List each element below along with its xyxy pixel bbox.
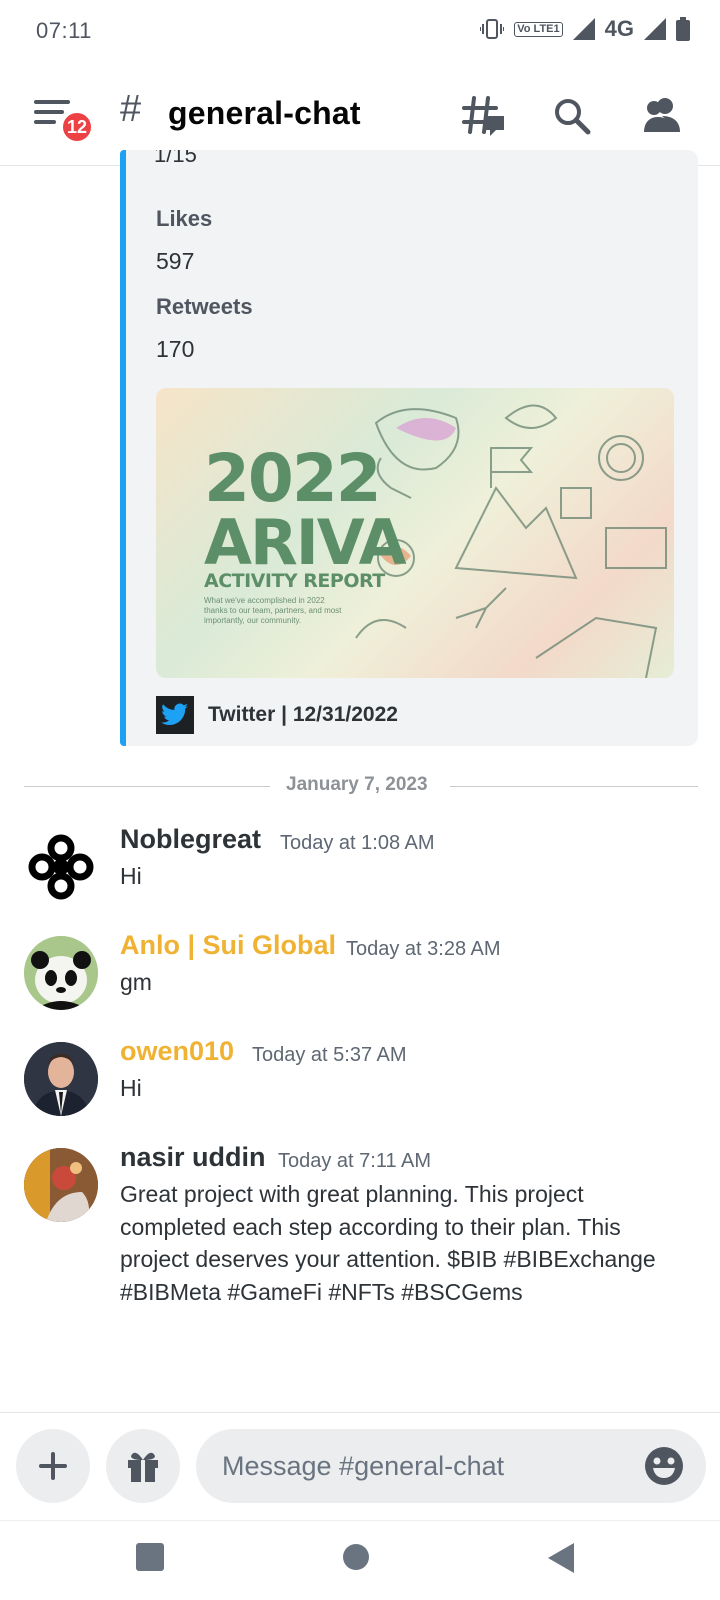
image-subtitle: ACTIVITY REPORT	[204, 570, 385, 592]
signal-icon	[572, 18, 595, 40]
search-button[interactable]	[550, 94, 596, 140]
channel-title: general-chat	[168, 95, 361, 131]
avatar[interactable]	[24, 1148, 98, 1222]
signal-icon-2	[644, 18, 666, 40]
status-bar: 07:11 Vo LTE1 4G	[0, 0, 720, 64]
volte-indicator: Vo LTE1	[514, 21, 563, 37]
message-text: Great project with great planning. This …	[120, 1181, 656, 1305]
square-icon	[136, 1543, 164, 1571]
search-icon	[555, 99, 591, 135]
embed-image[interactable]: 2022 ARIVA ACTIVITY REPORT What we've ac…	[156, 388, 674, 678]
recents-button[interactable]	[134, 1541, 174, 1581]
attach-button[interactable]	[16, 1429, 90, 1503]
avatar[interactable]	[24, 830, 98, 904]
twitter-icon	[156, 696, 194, 734]
status-icons: Vo LTE1 4G	[480, 16, 690, 42]
embed-footer: Twitter | 12/31/2022	[156, 696, 398, 734]
message-author[interactable]: nasir uddin	[120, 1142, 266, 1173]
message-text: Hi	[120, 863, 142, 889]
message-author[interactable]: owen010	[120, 1036, 234, 1067]
message-author[interactable]: Anlo | Sui Global	[120, 930, 336, 961]
embed-footer-text: Twitter | 12/31/2022	[208, 703, 398, 726]
image-title-name: ARIVA	[204, 506, 407, 579]
message-author[interactable]: Noblegreat	[120, 824, 261, 855]
person-avatar	[24, 1042, 98, 1116]
photo-avatar	[24, 1148, 98, 1222]
battery-icon	[676, 17, 690, 41]
embed-field-name: Likes	[156, 206, 213, 231]
message-timestamp: Today at 3:28 AM	[346, 938, 501, 960]
plus-icon	[39, 1452, 67, 1480]
twitter-embed: 1/15 Likes 597 Retweets 170 2022 ARIVA A…	[120, 150, 698, 746]
system-nav-bar	[0, 1520, 720, 1600]
avatar[interactable]	[24, 1042, 98, 1116]
gift-button[interactable]	[106, 1429, 180, 1503]
embed-truncated-value: 1/15	[154, 150, 197, 167]
network-type: 4G	[604, 16, 634, 41]
vibrate-icon	[480, 19, 505, 39]
embed-field-value: 170	[156, 336, 195, 362]
message-timestamp: Today at 5:37 AM	[252, 1044, 407, 1066]
image-note: What we've accomplished in 2022 thanks t…	[204, 596, 342, 625]
message-text: gm	[120, 969, 152, 995]
gift-icon	[128, 1452, 158, 1482]
avatar-logo	[28, 834, 94, 900]
panda-avatar	[24, 936, 98, 1010]
embed-field-name: Retweets	[156, 294, 253, 319]
threads-button[interactable]	[462, 94, 508, 140]
status-time: 07:11	[36, 18, 92, 43]
embed-field-value: 597	[156, 248, 195, 274]
emoji-icon	[645, 1447, 683, 1485]
message-input[interactable]	[196, 1429, 706, 1503]
message-composer	[0, 1412, 720, 1520]
message-timestamp: Today at 1:08 AM	[280, 832, 435, 854]
divider-line	[450, 786, 698, 787]
message-text: Hi	[120, 1075, 142, 1101]
triangle-back-icon	[548, 1543, 574, 1573]
members-icon	[644, 98, 680, 132]
date-divider-text: January 7, 2023	[286, 774, 428, 795]
home-button[interactable]	[340, 1541, 380, 1581]
channel-hash-icon: #	[120, 88, 142, 130]
divider-line	[24, 786, 270, 787]
members-button[interactable]	[640, 94, 686, 140]
avatar[interactable]	[24, 936, 98, 1010]
message-timestamp: Today at 7:11 AM	[278, 1150, 432, 1172]
menu-button[interactable]: 12	[34, 98, 94, 148]
back-button[interactable]	[544, 1541, 584, 1581]
notification-badge: 12	[60, 110, 94, 144]
emoji-button[interactable]	[644, 1446, 684, 1486]
date-divider: January 7, 2023	[24, 774, 698, 798]
threads-icon	[462, 96, 504, 136]
circle-icon	[343, 1544, 369, 1570]
